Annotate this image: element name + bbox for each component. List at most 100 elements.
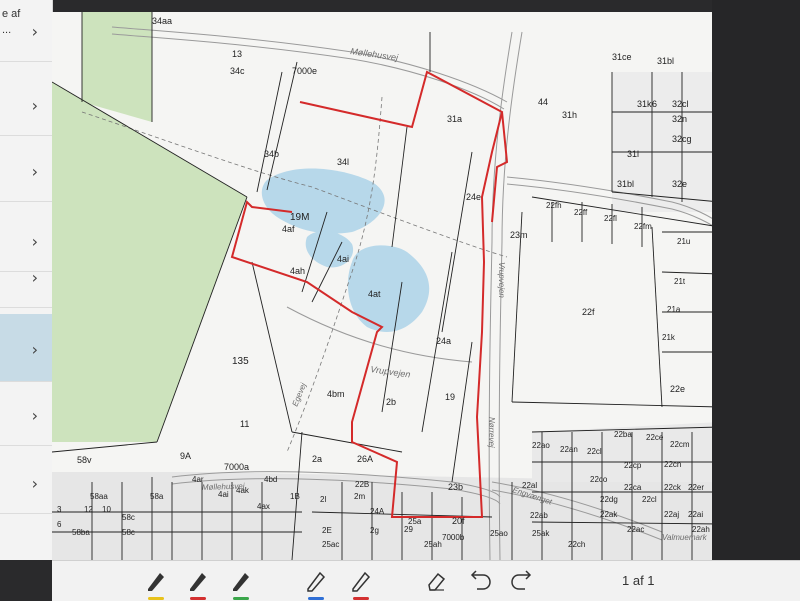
parcel-label: 7000e	[292, 66, 317, 76]
parcel-label: 19	[445, 392, 455, 402]
parcel-label: 22ch	[568, 540, 585, 549]
parcel-label: 22cm	[670, 440, 690, 449]
eraser-tool[interactable]	[422, 567, 450, 595]
parcel-label: 4ah	[290, 266, 305, 276]
road-label: Møllehusvej	[202, 482, 245, 492]
parcel-label: 25ak	[532, 529, 550, 538]
parcel-label: 34b	[264, 149, 279, 159]
pen-yellow-tool[interactable]	[142, 567, 170, 600]
parcel-label: 58a	[150, 492, 164, 501]
parcel-label: 22ba	[614, 430, 632, 439]
pen-red-tool[interactable]	[184, 567, 212, 600]
sidebar: e af ... › › › › › › › ›	[0, 0, 53, 560]
built-area	[612, 72, 720, 212]
redo-button[interactable]	[507, 567, 535, 595]
chevron-right-icon: ›	[31, 162, 38, 181]
parcel-label: 9A	[180, 451, 191, 461]
sidebar-item[interactable]: ›	[0, 384, 52, 446]
parcel-label: 135	[232, 356, 249, 367]
parcel-label: 13	[232, 49, 242, 59]
parcel-label: 10	[102, 505, 111, 514]
parcel-label: 58c	[122, 513, 135, 522]
green-area	[52, 82, 247, 442]
parcel-label: 34l	[337, 157, 349, 167]
parcel-label: 25a	[408, 517, 422, 526]
parcel-label: 22cl	[587, 447, 602, 456]
parcel-label: 22ca	[624, 483, 642, 492]
parcel-label: 24a	[436, 336, 451, 346]
parcel-label: 32cg	[672, 134, 692, 144]
parcel-label: 32e	[672, 179, 687, 189]
parcel-label: 22cl	[642, 495, 657, 504]
parcel-label: 21k	[662, 333, 676, 342]
parcel-label: 21a	[667, 305, 681, 314]
chevron-right-icon: ›	[31, 22, 38, 41]
chevron-right-icon: ›	[31, 474, 38, 493]
road-label: Vrupvejen	[497, 262, 506, 298]
parcel-label: 22fm	[634, 222, 652, 231]
pen-icon	[190, 573, 206, 591]
sidebar-item[interactable]: ›	[0, 140, 52, 202]
road-label: Vrupvejen	[370, 364, 411, 380]
undo-icon	[470, 570, 491, 590]
parcel-label: 2b	[386, 397, 396, 407]
parcel-label: 23m	[510, 230, 528, 240]
parcel-label: 24e	[466, 192, 481, 202]
pencil-red-tool[interactable]	[347, 567, 375, 600]
road-label: Valmuemark	[662, 533, 708, 542]
parcel-label: 2m	[354, 492, 365, 501]
parcel-label: 7000a	[224, 462, 249, 472]
parcel-label: 44	[538, 97, 548, 107]
parcel-label: 22fl	[604, 214, 617, 223]
parcel-label: 3	[57, 505, 62, 514]
undo-button[interactable]	[467, 567, 495, 595]
road-label: Nørrevej	[487, 417, 496, 448]
parcel-label: 22ac	[627, 525, 644, 534]
parcel-label: 25ah	[424, 540, 442, 549]
parcel-label: 2a	[312, 454, 322, 464]
parcel-label: 1B	[290, 492, 300, 501]
parcel-label: 21t	[674, 277, 686, 286]
parcel-label: 19M	[290, 212, 309, 223]
sidebar-item-selected[interactable]: ›	[0, 314, 52, 382]
parcel-label: 22ao	[532, 441, 550, 450]
sidebar-item[interactable]: e af ... ›	[0, 0, 52, 62]
parcel-label: 4at	[368, 289, 381, 299]
parcel-label: 58ba	[72, 528, 90, 537]
parcel-label: 58c	[122, 528, 135, 537]
parcel-label: 29	[404, 525, 413, 534]
pencil-icon	[352, 571, 371, 592]
page-indicator: 1 af 1	[622, 573, 655, 588]
sidebar-item[interactable]: ›	[0, 74, 52, 136]
parcel-label: 31h	[562, 110, 577, 120]
map-canvas: 34aa 13 34c 7000e 34b 34l 31a 44 31h 31k…	[52, 12, 720, 560]
parcel-label: 23b	[448, 482, 463, 492]
parcel-label: 22ai	[688, 510, 703, 519]
parcel-label: 32n	[672, 114, 687, 124]
parcel-label: 2g	[370, 526, 379, 535]
parcel-label: 22B	[355, 480, 369, 489]
cadastral-map[interactable]: 34aa 13 34c 7000e 34b 34l 31a 44 31h 31k…	[52, 12, 720, 560]
eraser-icon	[428, 572, 446, 591]
parcel-label: 22aj	[664, 510, 679, 519]
sidebar-item[interactable]: ›	[0, 246, 52, 308]
parcel-label: 31bl	[617, 179, 634, 189]
annotation-toolbar: 1 af 1	[52, 560, 800, 601]
chevron-right-icon: ›	[31, 406, 38, 425]
parcel-label: 25ac	[322, 540, 339, 549]
parcel-label: 22dg	[600, 495, 618, 504]
parcel-label: 22ck	[664, 483, 682, 492]
pencil-blue-tool[interactable]	[302, 567, 330, 600]
sidebar-item[interactable]: ›	[0, 452, 52, 514]
parcel-label: 7000b	[442, 533, 465, 542]
parcel-label: 22ce	[646, 433, 664, 442]
pen-green-tool[interactable]	[227, 567, 255, 600]
road-label: Egevej	[291, 381, 309, 407]
parcel-label: 6	[652, 99, 657, 109]
parcel-label: 4ai	[337, 254, 349, 264]
parcel-label: 22cp	[624, 461, 642, 470]
parcel-label: 4bd	[264, 475, 277, 484]
parcel-label: 31bl	[657, 56, 674, 66]
parcel-label: 26A	[357, 454, 373, 464]
parcel-label: 4af	[282, 224, 295, 234]
